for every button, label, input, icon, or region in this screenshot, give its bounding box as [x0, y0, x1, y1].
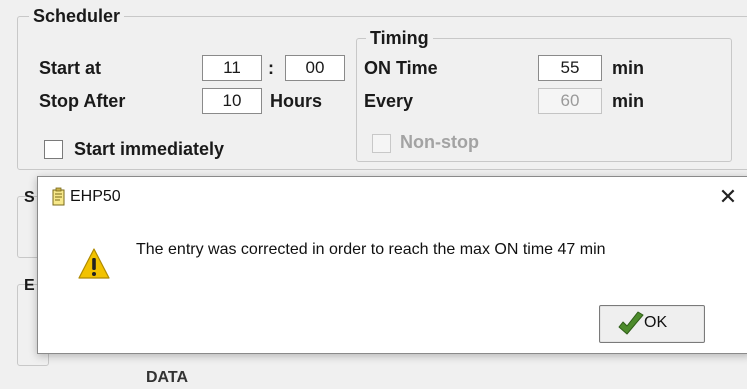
- start-minute-field[interactable]: 00: [285, 55, 345, 81]
- time-separator: :: [268, 58, 274, 78]
- every-unit: min: [612, 91, 645, 111]
- start-hour-field[interactable]: 11: [202, 55, 262, 81]
- every-field: 60: [538, 88, 602, 114]
- hidden-group-e-legend: E: [24, 277, 35, 294]
- checkmark-icon: [618, 311, 644, 335]
- non-stop-checkbox: [372, 134, 391, 153]
- hidden-group-s-legend: S: [24, 189, 35, 206]
- timing-legend: Timing: [366, 28, 433, 48]
- dialog-message: The entry was corrected in order to reac…: [136, 241, 606, 258]
- hours-label: Hours: [270, 91, 323, 111]
- message-dialog: EHP50 ✕ The entry was corrected in order…: [37, 176, 747, 354]
- every-label: Every: [364, 91, 414, 111]
- hidden-bottom-text: DATA: [146, 369, 189, 386]
- non-stop-label: Non-stop: [400, 132, 479, 152]
- notepad-icon: [52, 187, 65, 206]
- close-icon: ✕: [718, 184, 738, 209]
- on-time-field[interactable]: 55: [538, 55, 602, 81]
- warning-icon: [78, 248, 110, 279]
- scheduler-legend: Scheduler: [29, 6, 125, 26]
- stop-after-field[interactable]: 10: [202, 88, 262, 114]
- ok-button[interactable]: OK: [599, 305, 705, 343]
- start-at-label: Start at: [39, 58, 102, 78]
- on-time-label: ON Time: [364, 58, 438, 78]
- ok-button-label: OK: [644, 314, 668, 331]
- stop-after-label: Stop After: [39, 91, 126, 111]
- close-button[interactable]: ✕: [706, 177, 747, 217]
- start-immediately-label[interactable]: Start immediately: [74, 138, 224, 160]
- start-immediately-checkbox[interactable]: [44, 140, 63, 159]
- on-time-unit: min: [612, 58, 645, 78]
- dialog-title: EHP50: [70, 188, 121, 205]
